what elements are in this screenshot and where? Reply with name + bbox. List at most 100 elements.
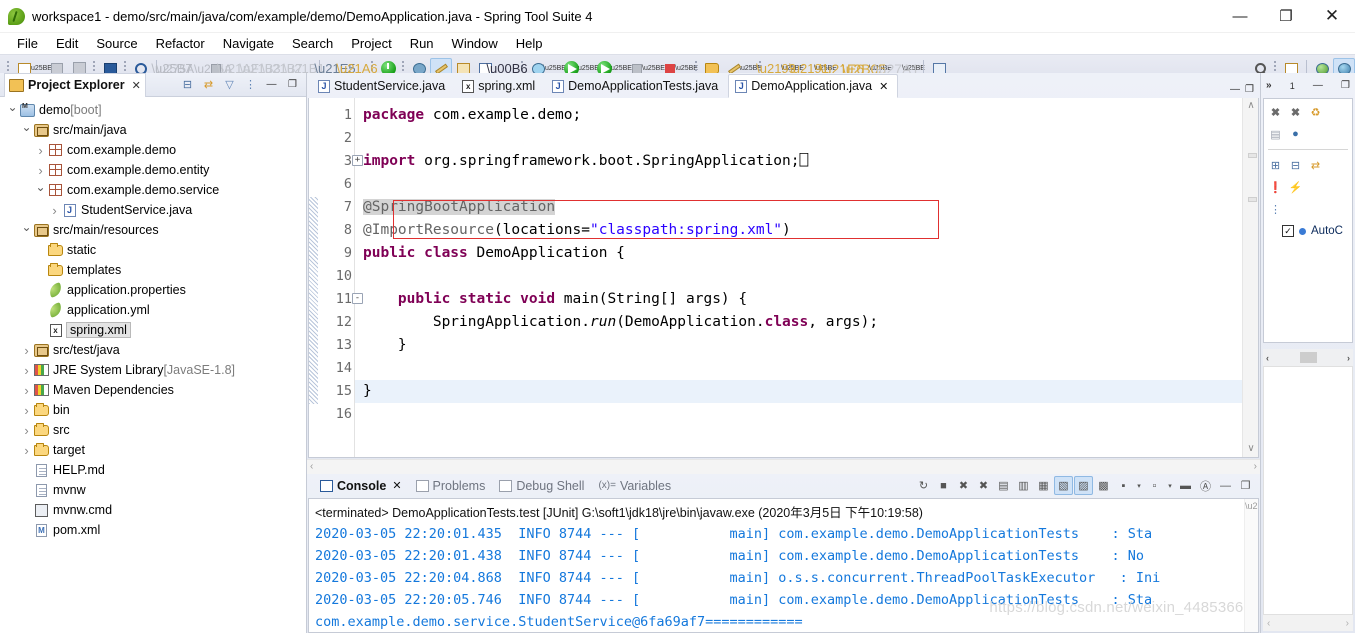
scroll-left-icon[interactable]: ‹ <box>310 461 313 472</box>
stop-all-boot-apps-icon[interactable]: ✖ <box>1288 105 1303 120</box>
annotation-marker-1[interactable] <box>1248 153 1257 158</box>
link-boot-dash-icon[interactable]: ⇄ <box>1308 158 1323 173</box>
terminate-icon[interactable]: ■ <box>934 476 953 495</box>
twisty-expanded-icon[interactable] <box>20 123 33 137</box>
outline-scroll-left-icon[interactable]: ‹ <box>1266 353 1269 363</box>
editor-tab-studentservice-java[interactable]: J StudentService.java <box>311 74 455 98</box>
code-line[interactable]: import org.springframework.boot.SpringAp… <box>355 150 1242 173</box>
minimize-view-icon[interactable]: — <box>263 76 280 93</box>
view-menu-icon[interactable]: ⋮ <box>242 76 259 93</box>
ansi-console-icon[interactable]: Ⓐ <box>1196 476 1215 495</box>
maximize-console-icon[interactable]: ❐ <box>1236 476 1255 495</box>
close-console-tab-icon[interactable]: ✕ <box>392 479 401 492</box>
tree-item[interactable]: src/test/java <box>0 340 306 360</box>
scroll-up-icon[interactable]: ∧ <box>1243 98 1259 114</box>
twisty-collapsed-icon[interactable] <box>20 343 33 358</box>
tree-item[interactable]: templates <box>0 260 306 280</box>
menu-refactor[interactable]: Refactor <box>147 33 214 54</box>
twisty-collapsed-icon[interactable] <box>34 143 47 158</box>
code-line[interactable] <box>355 403 1242 426</box>
tree-item[interactable]: src/main/resources <box>0 220 306 240</box>
tree-item[interactable]: application.properties <box>0 280 306 300</box>
autoconnect-row[interactable]: ✓ AutoC <box>1268 222 1348 240</box>
twisty-collapsed-icon[interactable] <box>20 423 33 438</box>
tree-item[interactable]: x spring.xml <box>0 320 306 340</box>
tree-item[interactable]: com.example.demo <box>0 140 306 160</box>
quick-fix-icon[interactable]: ⚡ <box>1288 180 1303 195</box>
open-console-dropdown-icon[interactable]: ▾ <box>1165 476 1175 495</box>
tree-item[interactable]: demo [boot] <box>0 100 306 120</box>
console-vertical-scrollbar[interactable]: \u2227 <box>1244 498 1258 632</box>
twisty-expanded-icon[interactable] <box>6 103 19 117</box>
display-selected-console-icon[interactable]: ▪ <box>1114 476 1133 495</box>
console-tab-variables[interactable]: (x)= Variables <box>591 474 678 498</box>
console-output[interactable]: <terminated> DemoApplicationTests.test [… <box>308 497 1259 633</box>
twisty-collapsed-icon[interactable] <box>20 383 33 398</box>
outline-prev-icon[interactable]: ‹ <box>1267 618 1270 629</box>
tree-item[interactable]: src/main/java <box>0 120 306 140</box>
outline-scroll-right-icon[interactable]: › <box>1347 353 1350 363</box>
menu-project[interactable]: Project <box>342 33 400 54</box>
code-line[interactable] <box>355 173 1242 196</box>
tree-item[interactable]: Mpom.xml <box>0 520 306 540</box>
pin-console-icon[interactable]: ▩ <box>1094 476 1113 495</box>
autoconnect-checkbox[interactable]: ✓ <box>1282 225 1294 237</box>
scroll-right-icon[interactable]: › <box>1254 461 1257 472</box>
tree-item[interactable]: com.example.demo.entity <box>0 160 306 180</box>
twisty-collapsed-icon[interactable] <box>20 443 33 458</box>
menu-navigate[interactable]: Navigate <box>214 33 283 54</box>
editor-tab-spring-xml[interactable]: x spring.xml <box>455 74 545 98</box>
tree-item[interactable]: src <box>0 420 306 440</box>
editor-tab-demoapplication-java[interactable]: J DemoApplication.java ✕ <box>728 74 899 98</box>
menu-search[interactable]: Search <box>283 33 342 54</box>
code-line[interactable]: SpringApplication.run(DemoApplication.cl… <box>355 311 1242 334</box>
twisty-collapsed-icon[interactable] <box>20 403 33 418</box>
maximize-view-icon[interactable]: ❐ <box>284 76 301 93</box>
console-tab-problems[interactable]: Problems <box>409 474 493 498</box>
close-tab-icon[interactable]: ✕ <box>879 80 888 93</box>
editor-horizontal-scrollbar[interactable]: ‹ › <box>307 458 1260 474</box>
show-stderr-icon[interactable]: ▨ <box>1074 476 1093 496</box>
twisty-collapsed-icon[interactable] <box>20 363 33 378</box>
menu-window[interactable]: Window <box>443 33 507 54</box>
scroll-down-icon[interactable]: ∨ <box>1243 441 1259 457</box>
open-console-icon[interactable]: ▫ <box>1145 476 1164 495</box>
code-line[interactable]: @ImportResource(locations="classpath:spr… <box>355 219 1242 242</box>
code-line[interactable] <box>355 265 1242 288</box>
stop-boot-app-icon[interactable]: ✖ <box>1268 105 1283 120</box>
code-text-area[interactable]: package com.example.demo; import org.spri… <box>355 98 1242 457</box>
disable-live-icon[interactable]: ● <box>1288 127 1303 142</box>
code-line[interactable] <box>355 357 1242 380</box>
tree-item[interactable]: target <box>0 440 306 460</box>
close-explorer-icon[interactable]: ✕ <box>132 79 141 92</box>
tree-item[interactable]: mvnw.cmd <box>0 500 306 520</box>
twisty-expanded-icon[interactable] <box>20 223 33 237</box>
minimize-editor-icon[interactable]: — <box>1230 84 1240 95</box>
console-tab-debug-shell[interactable]: Debug Shell <box>492 474 591 498</box>
open-config-icon[interactable]: ▤ <box>1268 127 1283 142</box>
remove-all-terminated-icon[interactable]: ✖ <box>974 476 993 495</box>
code-line[interactable]: package com.example.demo; <box>355 104 1242 127</box>
console-tab-console[interactable]: Console ✕ <box>313 474 409 498</box>
tree-item[interactable]: HELP.md <box>0 460 306 480</box>
minimize-panel-icon[interactable]: — <box>1313 80 1323 91</box>
tree-item[interactable]: static <box>0 240 306 260</box>
outline-scroll-thumb[interactable] <box>1299 352 1317 363</box>
outline-next-icon[interactable]: › <box>1346 618 1349 629</box>
remove-boot-project-icon[interactable]: ⊟ <box>1288 158 1303 173</box>
annotation-marker-2[interactable] <box>1248 197 1257 202</box>
menu-file[interactable]: File <box>8 33 47 54</box>
maximize-editor-icon[interactable]: ❐ <box>1245 84 1254 95</box>
maximize-panel-icon[interactable]: ❐ <box>1341 80 1350 91</box>
code-line[interactable]: } <box>355 334 1242 357</box>
project-explorer-tab[interactable]: Project Explorer ✕ <box>4 72 146 97</box>
minimize-console-icon[interactable]: — <box>1216 476 1235 495</box>
lock-scroll-icon[interactable]: ▥ <box>1014 476 1033 495</box>
tree-item[interactable]: bin <box>0 400 306 420</box>
tree-item[interactable]: Maven Dependencies <box>0 380 306 400</box>
redeploy-icon[interactable]: ♻ <box>1308 105 1323 120</box>
clear-console-icon[interactable]: ▤ <box>994 476 1013 495</box>
twisty-collapsed-icon[interactable] <box>48 203 61 218</box>
maximize-window-button[interactable]: ❐ <box>1263 0 1309 33</box>
outline-mini-body[interactable] <box>1263 366 1353 615</box>
